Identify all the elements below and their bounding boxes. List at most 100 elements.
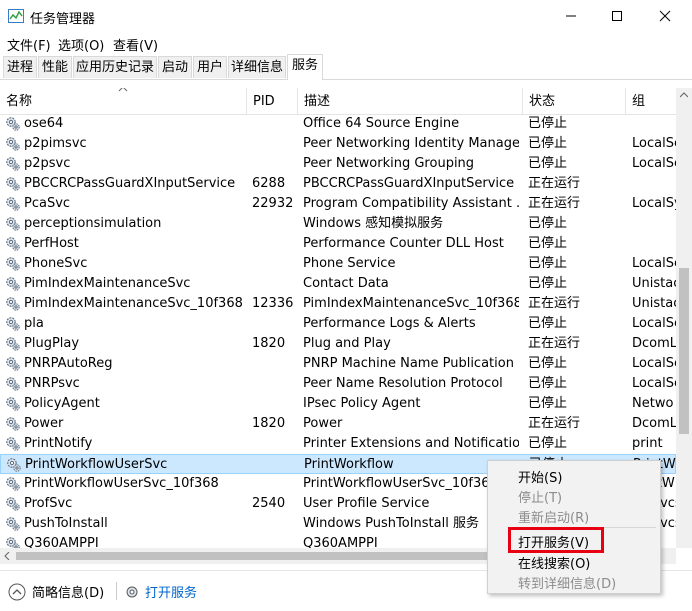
- service-status: 正在运行: [528, 176, 581, 191]
- service-description: Contact Data: [303, 276, 389, 291]
- menu-stop[interactable]: 停止(T): [518, 487, 562, 506]
- service-pid: [252, 354, 296, 374]
- service-name: PushToInstall: [24, 516, 108, 531]
- service-name: PrintWorkflowUserSvc_10f368: [24, 476, 219, 491]
- table-row[interactable]: PlugPlay 1820 Plug and Play 正在运行 DcomL: [0, 334, 676, 354]
- service-group: LocalSe: [632, 356, 676, 371]
- chevron-up-circle-icon: [8, 583, 26, 600]
- table-row[interactable]: PBCCRCPassGuardXInputService 6288 PBCCRCPa…: [0, 174, 676, 194]
- service-gear-icon: [6, 177, 20, 191]
- vertical-scrollbar[interactable]: [676, 88, 692, 548]
- column-header-description[interactable]: 描述: [298, 88, 523, 114]
- service-status: 正在运行: [528, 296, 581, 311]
- service-name: p2pimsvc: [24, 136, 87, 151]
- service-gear-icon: [6, 357, 20, 371]
- menu-file[interactable]: 文件(F): [7, 35, 51, 54]
- fewer-details-label: 简略信息(D): [32, 586, 105, 601]
- service-pid: [252, 474, 296, 494]
- column-header-group[interactable]: 组: [626, 88, 676, 114]
- service-gear-icon: [6, 397, 20, 411]
- service-group: DcomL: [632, 416, 676, 431]
- tab-processes[interactable]: 进程: [3, 56, 37, 78]
- service-group: LocalSe: [632, 256, 676, 271]
- table-row[interactable]: p2psvc Peer Networking Grouping 已停止 LocalSe: [0, 154, 676, 174]
- service-status: 已停止: [528, 136, 568, 151]
- column-header-status[interactable]: 状态: [523, 88, 626, 114]
- table-row[interactable]: pla Performance Logs & Alerts 已停止 LocalSe: [0, 314, 676, 334]
- service-pid: 1820: [252, 416, 286, 431]
- service-pid: [252, 394, 296, 414]
- menu-go-to-details[interactable]: 转到详细信息(D): [518, 573, 616, 592]
- maximize-button[interactable]: [594, 0, 640, 32]
- service-group: LocalSe: [632, 156, 676, 171]
- table-row[interactable]: PerfHost Performance Counter DLL Host 已停止: [0, 234, 676, 254]
- service-description: Office 64 Source Engine: [303, 116, 460, 131]
- table-row[interactable]: PrintNotify Printer Extensions and Notifi…: [0, 434, 676, 454]
- menu-search-online[interactable]: 在线搜索(O): [518, 553, 590, 572]
- service-pid: [252, 534, 296, 548]
- scroll-up-icon[interactable]: [680, 92, 688, 98]
- table-row[interactable]: PolicyAgent IPsec Policy Agent 已停止 Netwo: [0, 394, 676, 414]
- services-gear-icon: [126, 586, 138, 597]
- service-description: PNRP Machine Name Publication ...: [303, 356, 519, 371]
- table-row[interactable]: PNRPsvc Peer Name Resolution Protocol 已停止 L…: [0, 374, 676, 394]
- table-row[interactable]: PimIndexMaintenanceSvc Contact Data 已停止 Uni…: [0, 274, 676, 294]
- table-row[interactable]: ose64 Office 64 Source Engine 已停止: [0, 114, 676, 134]
- service-name: PlugPlay: [24, 336, 80, 351]
- column-header-pid[interactable]: PID: [247, 88, 298, 114]
- tab-app-history[interactable]: 应用历史记录: [73, 56, 157, 78]
- column-name-label: 名称: [6, 94, 33, 109]
- service-gear-icon: [6, 337, 20, 351]
- service-name: PNRPsvc: [24, 376, 80, 391]
- fewer-details-button[interactable]: 简略信息(D): [8, 582, 104, 601]
- close-button[interactable]: [642, 0, 688, 32]
- service-name: PimIndexMaintenanceSvc_10f368: [24, 296, 243, 311]
- service-group: print: [632, 436, 663, 451]
- service-gear-icon: [6, 297, 20, 311]
- service-pid: [252, 434, 296, 454]
- service-description: PBCCRCPassGuardXInputService: [303, 176, 515, 191]
- service-description: Printer Extensions and Notificatio...: [303, 436, 519, 451]
- menu-options[interactable]: 选项(O): [58, 35, 104, 54]
- tab-services[interactable]: 服务: [287, 54, 323, 80]
- service-status: 已停止: [528, 396, 568, 411]
- minimize-button[interactable]: [548, 0, 594, 32]
- service-pid: [252, 214, 296, 234]
- service-gear-icon: [6, 437, 20, 451]
- service-gear-icon: [6, 237, 20, 251]
- table-row[interactable]: PcaSvc 22932 Program Compatibility Assista…: [0, 194, 676, 214]
- service-status: 已停止: [528, 256, 568, 271]
- table-row[interactable]: p2pimsvc Peer Networking Identity Manager…: [0, 134, 676, 154]
- menu-restart[interactable]: 重新启动(R): [518, 507, 589, 526]
- service-description: Performance Logs & Alerts: [303, 316, 476, 331]
- table-row[interactable]: PimIndexMaintenanceSvc_10f368 12336 PimInd…: [0, 294, 676, 314]
- tab-divider: [0, 79, 692, 80]
- service-description: Peer Name Resolution Protocol: [303, 376, 503, 391]
- scroll-left-icon[interactable]: [4, 552, 10, 560]
- service-status: 已停止: [528, 116, 568, 131]
- horizontal-scroll-thumb[interactable]: [16, 552, 496, 560]
- column-header-name[interactable]: 名称: [0, 88, 247, 114]
- service-name: PolicyAgent: [24, 396, 100, 411]
- menu-view[interactable]: 查看(V): [113, 35, 158, 54]
- title-bar: 任务管理器: [0, 0, 692, 32]
- service-description: IPsec Policy Agent: [303, 396, 421, 411]
- service-description: Program Compatibility Assistant ...: [303, 196, 519, 211]
- vertical-scroll-thumb[interactable]: [679, 268, 689, 434]
- table-row[interactable]: PNRPAutoReg PNRP Machine Name Publication…: [0, 354, 676, 374]
- service-group: LocalSe: [632, 376, 676, 391]
- service-pid: 12336: [252, 296, 294, 311]
- table-row[interactable]: Power 1820 Power 正在运行 DcomL: [0, 414, 676, 434]
- table-row[interactable]: PhoneSvc Phone Service 已停止 LocalSe: [0, 254, 676, 274]
- open-services-link[interactable]: 打开服务: [124, 582, 197, 601]
- tab-startup[interactable]: 启动: [158, 56, 192, 78]
- tab-users[interactable]: 用户: [193, 56, 227, 78]
- service-gear-icon: [6, 257, 20, 271]
- service-status: 正在运行: [528, 196, 581, 211]
- menu-start[interactable]: 开始(S): [518, 467, 562, 486]
- window-title: 任务管理器: [30, 12, 96, 27]
- table-row[interactable]: perceptionsimulation Windows 感知模拟服务 已停止: [0, 214, 676, 234]
- service-gear-icon: [6, 117, 20, 131]
- tab-details[interactable]: 详细信息: [228, 56, 286, 78]
- tab-performance[interactable]: 性能: [38, 56, 72, 78]
